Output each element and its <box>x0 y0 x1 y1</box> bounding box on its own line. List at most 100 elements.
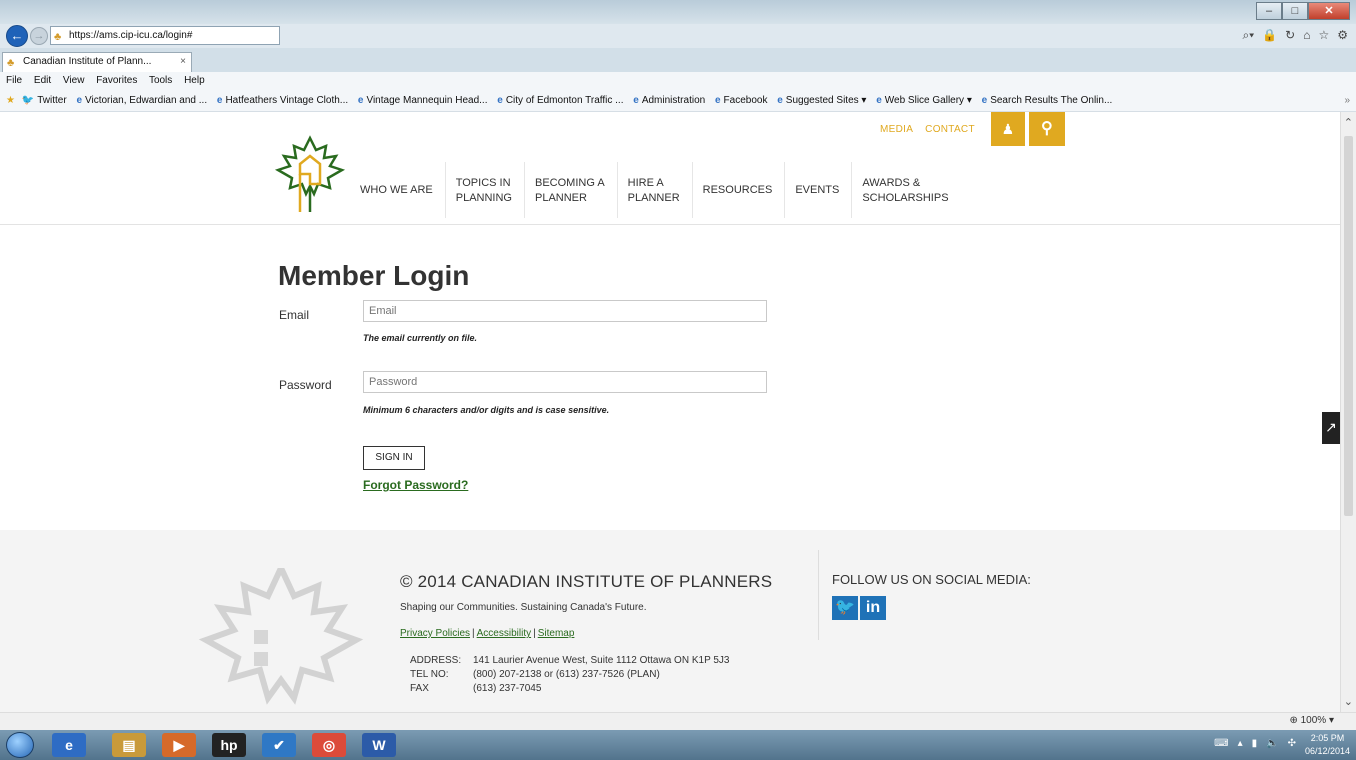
signal-icon[interactable]: ▮ <box>1252 738 1258 749</box>
start-button[interactable] <box>6 732 34 758</box>
accessibility-link[interactable]: Accessibility <box>477 628 531 639</box>
twitter-icon[interactable]: 🐦 <box>832 596 858 620</box>
window-title-bar: – □ ✕ <box>0 0 1356 24</box>
nav-awards-scholarships[interactable]: AWARDS & SCHOLARSHIPS <box>852 162 960 218</box>
menu-edit[interactable]: Edit <box>34 75 51 86</box>
address-tools: ⌕▾ 🔒 ↻ ⌂ ☆ ⚙ <box>1242 28 1348 43</box>
word-taskbar-icon[interactable]: W <box>362 733 396 757</box>
fax-value: (613) 237-7045 <box>473 683 542 694</box>
sign-in-button[interactable]: SIGN IN <box>363 446 425 470</box>
hp-taskbar-icon[interactable]: hp <box>212 733 246 757</box>
status-bar: ⊕ 100% ▾ <box>0 712 1356 730</box>
fav-item[interactable]: e Victorian, Edwardian and ... <box>76 95 207 106</box>
nav-topics-in-planning[interactable]: TOPICS IN PLANNING <box>446 162 525 218</box>
menu-file[interactable]: File <box>6 75 22 86</box>
favorites-star-icon[interactable]: ★ <box>6 95 15 106</box>
user-icon[interactable]: ♟ <box>990 112 1025 146</box>
close-window-button[interactable]: ✕ <box>1308 2 1350 20</box>
main-nav: WHO WE ARE TOPICS IN PLANNING BECOMING A… <box>350 162 961 218</box>
nav-resources[interactable]: RESOURCES <box>693 162 786 218</box>
refresh-icon[interactable]: ↻ <box>1285 28 1295 43</box>
ie-page-icon: e <box>497 95 503 106</box>
nav-becoming-a-planner[interactable]: BECOMING A PLANNER <box>525 162 618 218</box>
fav-item[interactable]: e Administration <box>633 95 705 106</box>
gear-icon[interactable]: ⚙ <box>1337 28 1348 43</box>
cip-logo-icon[interactable] <box>270 134 350 214</box>
linkedin-icon[interactable]: in <box>860 596 886 620</box>
menu-help[interactable]: Help <box>184 75 205 86</box>
ie-taskbar-icon[interactable]: e <box>52 733 86 757</box>
menu-view[interactable]: View <box>63 75 85 86</box>
password-hint: Minimum 6 characters and/or digits and i… <box>363 405 610 415</box>
media-player-taskbar-icon[interactable]: ▶ <box>162 733 196 757</box>
menu-bar: File Edit View Favorites Tools Help <box>0 72 1356 90</box>
minimize-button[interactable]: – <box>1256 2 1282 20</box>
fav-item[interactable]: 🐦 Twitter <box>22 95 67 106</box>
menu-favorites[interactable]: Favorites <box>96 75 137 86</box>
ie-page-icon: e <box>876 95 882 106</box>
footer-logo-icon <box>198 568 364 705</box>
fav-item[interactable]: e Facebook <box>715 95 767 106</box>
maximize-button[interactable]: □ <box>1282 2 1308 20</box>
url-text: https://ams.cip-icu.ca/login# <box>69 30 193 41</box>
clock-date: 06/12/2014 <box>1304 746 1350 756</box>
fav-item[interactable]: e Search Results The Onlin... <box>982 95 1113 106</box>
scroll-to-top-button[interactable]: ↗ <box>1322 412 1340 444</box>
explorer-taskbar-icon[interactable]: ▤ <box>112 733 146 757</box>
forward-button[interactable]: → <box>30 27 48 45</box>
fav-item[interactable]: e Vintage Mannequin Head... <box>358 95 488 106</box>
tab-favicon-icon: ♣ <box>7 57 15 69</box>
menu-tools[interactable]: Tools <box>149 75 172 86</box>
footer-copyright: © 2014 CANADIAN INSTITUTE OF PLANNERS <box>400 572 773 591</box>
privacy-policies-link[interactable]: Privacy Policies <box>400 628 470 639</box>
chrome-taskbar-icon[interactable]: ◎ <box>312 733 346 757</box>
taskbar: e ▤ ▶ hp ✔ ◎ W ⌨ ▴ ▮ 🔈 ✣ 2:05 PM 06/12/2… <box>0 730 1356 760</box>
scroll-up-icon[interactable]: ⌃ <box>1344 116 1353 129</box>
scroll-thumb[interactable] <box>1344 136 1353 516</box>
tab-strip: ♣ Canadian Institute of Plann... × <box>0 48 1356 72</box>
scroll-down-icon[interactable]: ⌄ <box>1344 695 1353 708</box>
email-field[interactable] <box>363 300 767 322</box>
address-input[interactable]: ♣ https://ams.cip-icu.ca/login# <box>50 26 280 45</box>
password-label: Password <box>279 378 332 392</box>
twitter-icon: 🐦 <box>21 95 35 106</box>
keyboard-icon[interactable]: ⌨ <box>1214 738 1228 749</box>
lock-icon[interactable]: 🔒 <box>1262 28 1277 43</box>
nav-hire-a-planner[interactable]: HIRE A PLANNER <box>618 162 693 218</box>
back-button[interactable]: ← <box>6 25 28 47</box>
tray-expand-icon[interactable]: ▴ <box>1238 738 1243 749</box>
search-icon[interactable]: ⚲ <box>1028 112 1065 146</box>
sitemap-link[interactable]: Sitemap <box>538 628 575 639</box>
fax-label: FAX <box>410 683 429 694</box>
fav-item[interactable]: e Hatfeathers Vintage Cloth... <box>217 95 348 106</box>
fav-item[interactable]: e City of Edmonton Traffic ... <box>497 95 623 106</box>
ie-page-icon: e <box>714 95 721 106</box>
network-icon[interactable]: ✣ <box>1288 738 1296 749</box>
browser-tab[interactable]: ♣ Canadian Institute of Plann... × <box>2 52 192 72</box>
nav-events[interactable]: EVENTS <box>785 162 853 218</box>
zoom-level[interactable]: ⊕ 100% ▾ <box>1289 715 1334 726</box>
favorites-star-icon[interactable]: ☆ <box>1318 28 1329 43</box>
social-icons: 🐦 in <box>832 596 888 620</box>
search-dropdown-icon[interactable]: ⌕▾ <box>1242 28 1254 43</box>
forgot-password-link[interactable]: Forgot Password? <box>363 478 468 492</box>
clock[interactable]: 2:05 PM 06/12/2014 <box>1305 732 1350 758</box>
checkmark-app-taskbar-icon[interactable]: ✔ <box>262 733 296 757</box>
chevron-right-icon[interactable]: » <box>1344 90 1350 111</box>
footer-contact: ADDRESS: 141 Laurier Avenue West, Suite 1… <box>410 654 729 696</box>
volume-icon[interactable]: 🔈 <box>1266 738 1278 749</box>
home-icon[interactable]: ⌂ <box>1303 28 1310 43</box>
footer: © 2014 CANADIAN INSTITUTE OF PLANNERS Sh… <box>0 530 1340 712</box>
tab-close-icon[interactable]: × <box>180 53 186 71</box>
ie-page-icon: e <box>633 95 639 106</box>
header-divider <box>0 224 1340 225</box>
media-link[interactable]: MEDIA <box>880 124 913 135</box>
nav-who-we-are[interactable]: WHO WE ARE <box>350 162 446 218</box>
password-field[interactable] <box>363 371 767 393</box>
fav-item[interactable]: e Web Slice Gallery ▾ <box>876 95 972 106</box>
page-scrollbar[interactable]: ⌃ ⌄ <box>1340 112 1356 712</box>
favorites-bar: ★ 🐦 Twitter e Victorian, Edwardian and ...… <box>0 90 1356 112</box>
contact-link[interactable]: CONTACT <box>925 124 975 135</box>
fav-item[interactable]: e Suggested Sites ▾ <box>777 95 866 106</box>
footer-tagline: Shaping our Communities. Sustaining Cana… <box>400 602 647 613</box>
